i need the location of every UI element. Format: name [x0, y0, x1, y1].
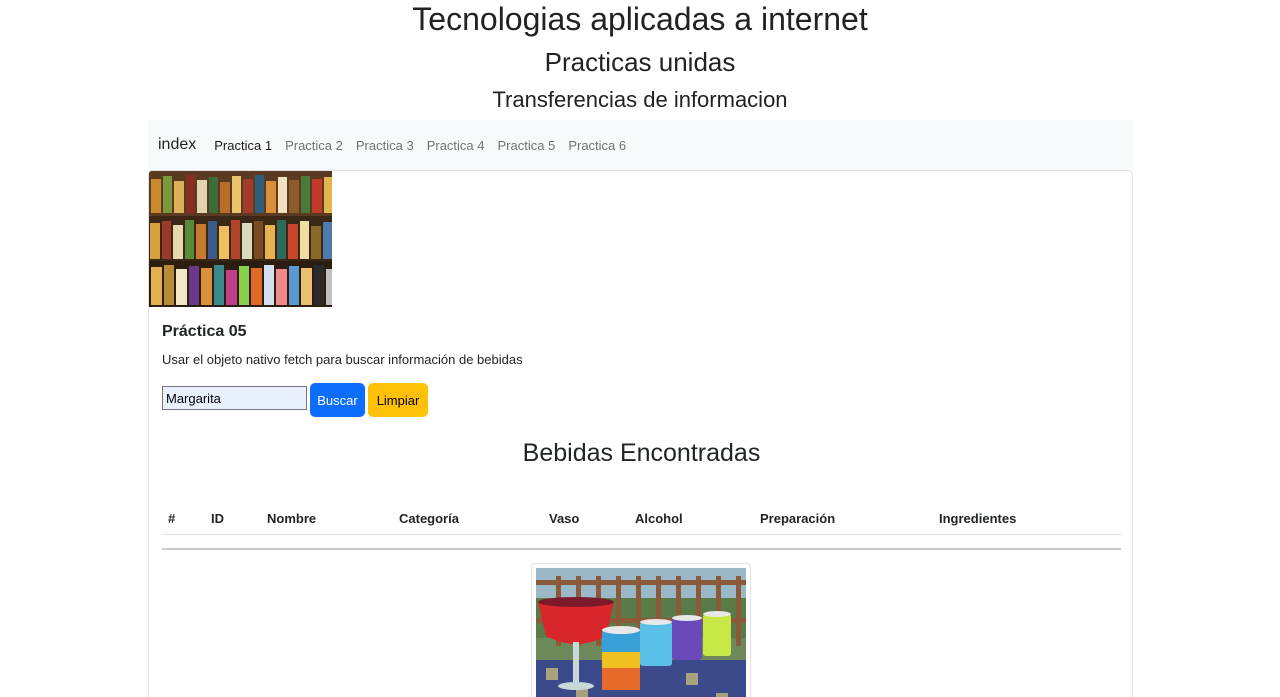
column-header-glass: Vaso — [549, 511, 580, 526]
page-tagline: Transferencias de informacion — [492, 87, 788, 112]
navbar: index Practica 1 Practica 2 Practica 3 P… — [148, 120, 1133, 170]
results-table-header: # ID Nombre Categoría Vaso Alcohol Prepa… — [162, 507, 1121, 535]
drink-thumbnail — [531, 563, 751, 697]
nav-link-practica-1[interactable]: Practica 1 — [214, 138, 272, 153]
practice-card: Práctica 05 Usar el objeto nativo fetch … — [148, 170, 1133, 697]
nav-link-practica-5[interactable]: Practica 5 — [498, 138, 556, 153]
column-header-name: Nombre — [267, 511, 317, 526]
navbar-brand[interactable]: index — [158, 136, 196, 154]
card-title: Práctica 05 — [162, 323, 247, 340]
column-header-preparation: Preparación — [760, 511, 836, 526]
nav-link-practica-2[interactable]: Practica 2 — [285, 138, 343, 153]
card-description: Usar el objeto nativo fetch para buscar … — [162, 352, 523, 367]
column-header-category: Categoría — [399, 511, 459, 526]
column-header-ingredients: Ingredientes — [939, 511, 1017, 526]
table-divider — [162, 548, 1121, 550]
nav-link-practica-6[interactable]: Practica 6 — [568, 138, 626, 153]
nav-link-practica-4[interactable]: Practica 4 — [427, 138, 485, 153]
clear-button[interactable]: Limpiar — [368, 383, 428, 417]
column-header-id: ID — [211, 511, 224, 526]
liquor-bottles-image — [149, 171, 332, 307]
margarita-glasses-image — [536, 568, 746, 697]
nav-link-practica-3[interactable]: Practica 3 — [356, 138, 414, 153]
page-subtitle: Practicas unidas — [544, 47, 736, 77]
column-header-alcohol: Alcohol — [635, 511, 683, 526]
search-button[interactable]: Buscar — [310, 383, 365, 417]
drink-search-input[interactable] — [162, 386, 307, 410]
column-header-number: # — [168, 511, 176, 526]
page-title: Tecnologias aplicadas a internet — [412, 1, 868, 37]
results-title: Bebidas Encontradas — [522, 439, 761, 467]
